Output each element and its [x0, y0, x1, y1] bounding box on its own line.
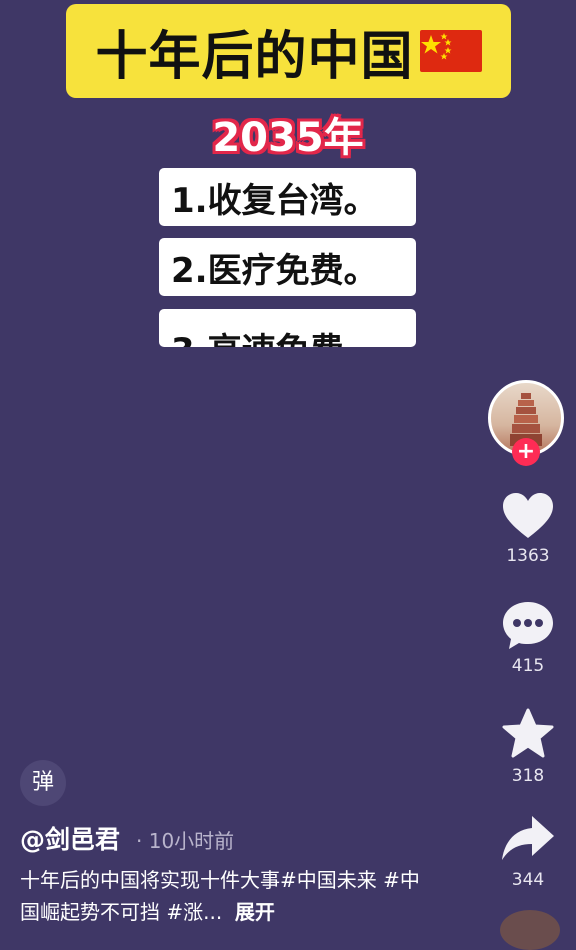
video-title: 十年后的中国	[95, 26, 414, 87]
favorite-button[interactable]: 318	[488, 708, 568, 786]
comment-count: 415	[511, 656, 545, 676]
heart-icon	[503, 493, 553, 538]
music-disc-icon[interactable]	[500, 910, 560, 950]
danmaku-label: 弹	[31, 770, 54, 795]
list-item-text: 1.收复台湾。	[171, 180, 378, 221]
list-item-text: 3.高速免费。	[171, 323, 378, 347]
share-arrow-icon	[502, 816, 554, 860]
list-item: 1.收复台湾。	[159, 168, 416, 226]
caption-text: 十年后的中国将实现十件大事#中国未来 #中国崛起势不可挡 #涨...	[20, 868, 420, 924]
title-text-wrap: 十年后的中国	[95, 14, 482, 89]
share-button[interactable]: 344	[488, 814, 568, 890]
post-time: · 10小时前	[136, 829, 235, 853]
comment-button[interactable]: 415	[488, 600, 568, 676]
favorite-count: 318	[511, 766, 545, 786]
year-label: 2035年	[212, 115, 364, 161]
post-caption: 十年后的中国将实现十件大事#中国未来 #中国崛起势不可挡 #涨... 展开	[20, 864, 430, 928]
expand-button[interactable]: 展开	[235, 900, 275, 924]
like-button[interactable]: 1363	[488, 492, 568, 566]
list-item-text: 2.医疗免费。	[171, 250, 378, 291]
danmaku-toggle-button[interactable]: 弹	[20, 760, 66, 806]
author-name[interactable]: @剑邑君	[20, 820, 120, 856]
china-flag-icon	[419, 30, 482, 72]
title-banner: 十年后的中国	[66, 4, 511, 98]
comment-icon	[503, 602, 553, 649]
list-item: 3.高速免费。	[159, 309, 416, 347]
like-count: 1363	[506, 546, 550, 566]
share-count: 344	[511, 870, 545, 890]
star-icon	[502, 708, 554, 758]
follow-plus-button[interactable]: +	[512, 438, 540, 466]
list-item: 2.医疗免费。	[159, 238, 416, 296]
